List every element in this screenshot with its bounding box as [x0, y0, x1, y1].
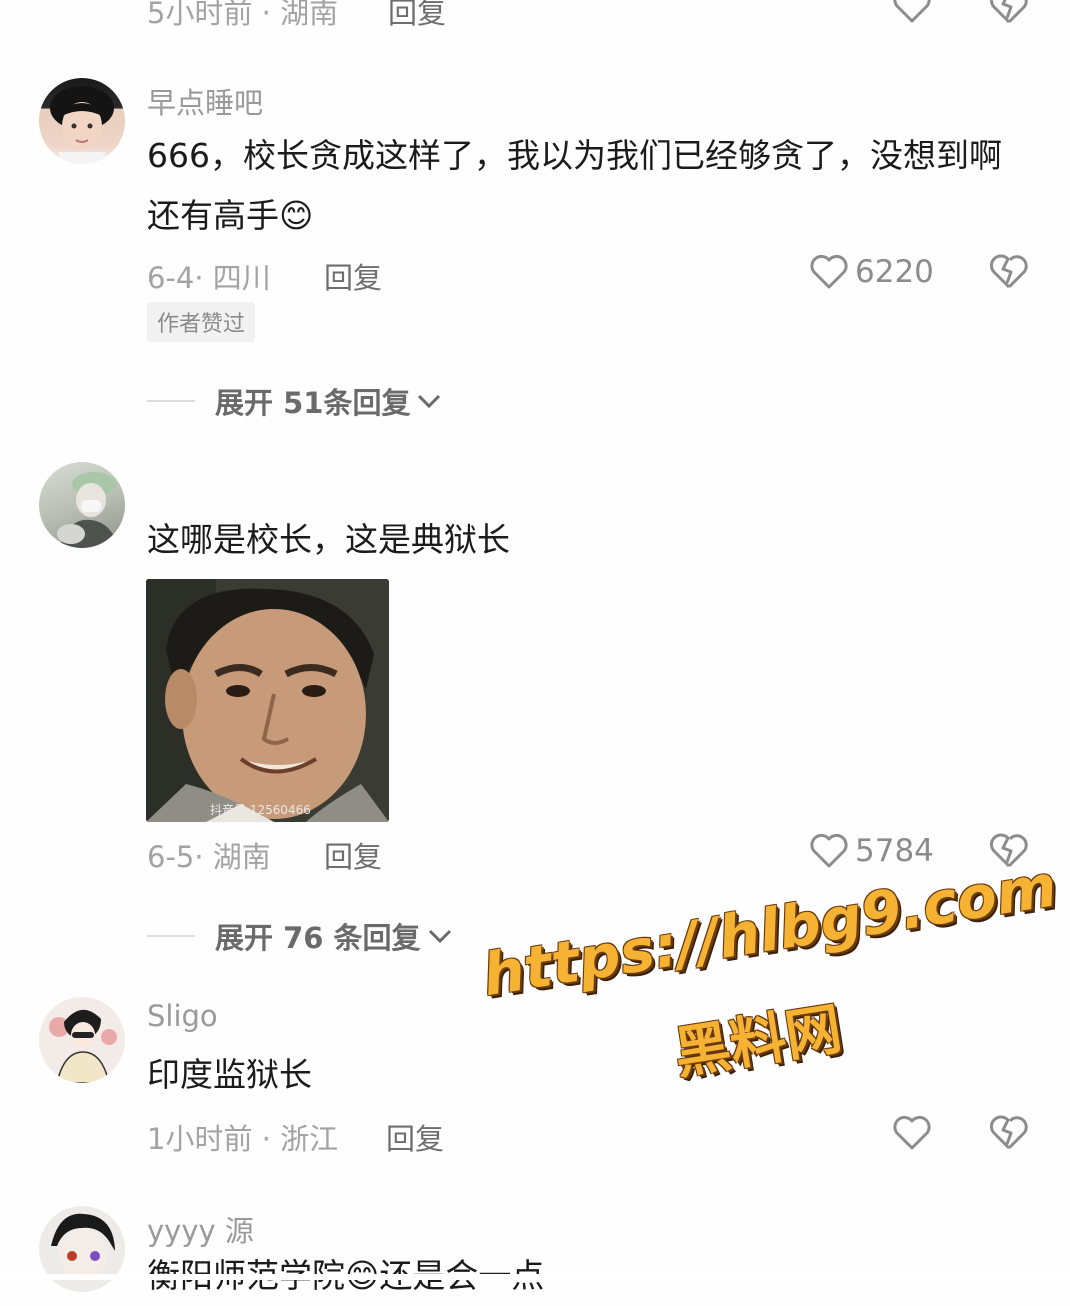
divider — [147, 400, 195, 402]
comment-text: 666，校长贪成这样了，我以为我们已经够贪了，没想到啊还有高手😊 — [147, 136, 1002, 235]
comment-username[interactable]: 早点睡吧 — [147, 80, 263, 122]
comment-image[interactable]: 抖音号 12560466 — [146, 579, 389, 822]
like-icon — [810, 833, 848, 868]
avatar[interactable] — [39, 462, 125, 548]
expand-replies-button[interactable]: 展开 76 条回复 — [147, 915, 453, 957]
reply-button[interactable]: 回复 — [386, 1116, 444, 1158]
avatar[interactable] — [39, 78, 125, 164]
comment-meta: 5小时前 · 湖南 — [147, 0, 339, 30]
dislike-icon[interactable] — [989, 1114, 1029, 1152]
comment-text: 这哪是校长，这是典狱长 — [147, 520, 510, 559]
watermark-url: https://hlbg9.com — [478, 851, 1062, 1010]
chevron-down-icon — [418, 394, 441, 409]
like-button[interactable]: 6220 — [809, 250, 934, 294]
reply-button[interactable]: 回复 — [324, 834, 382, 876]
expand-replies-label: 展开 76 条回复 — [215, 921, 421, 955]
avatar[interactable] — [39, 997, 125, 1083]
reply-button[interactable]: 回复 — [324, 255, 382, 297]
like-icon — [810, 254, 848, 289]
comment-text: 印度监狱长 — [147, 1055, 312, 1094]
like-button[interactable]: 5784 — [809, 829, 934, 873]
like-icon[interactable] — [892, 1115, 932, 1151]
comment-username[interactable]: Sligo — [147, 999, 218, 1033]
expand-replies-button[interactable]: 展开 51条回复 — [147, 380, 442, 422]
reply-button[interactable]: 回复 — [388, 0, 446, 32]
image-watermark: 抖音号 12560466 — [210, 803, 311, 817]
comment-meta: 6-5· 湖南 — [147, 840, 271, 874]
comment-meta: 6-4· 四川 — [147, 261, 271, 295]
dislike-icon[interactable] — [989, 0, 1029, 26]
comment-username[interactable]: yyyy 源 — [147, 1208, 254, 1250]
like-count: 5784 — [855, 833, 934, 869]
divider — [147, 935, 195, 937]
like-count: 6220 — [855, 254, 934, 290]
expand-replies-label: 展开 51条回复 — [215, 386, 411, 420]
dislike-icon[interactable] — [989, 253, 1029, 291]
like-icon[interactable] — [892, 0, 932, 24]
chevron-down-icon — [428, 929, 451, 944]
comment-meta: 1小时前 · 浙江 — [147, 1122, 339, 1156]
bottom-edge — [0, 1274, 1070, 1280]
author-liked-badge: 作者赞过 — [147, 302, 256, 342]
